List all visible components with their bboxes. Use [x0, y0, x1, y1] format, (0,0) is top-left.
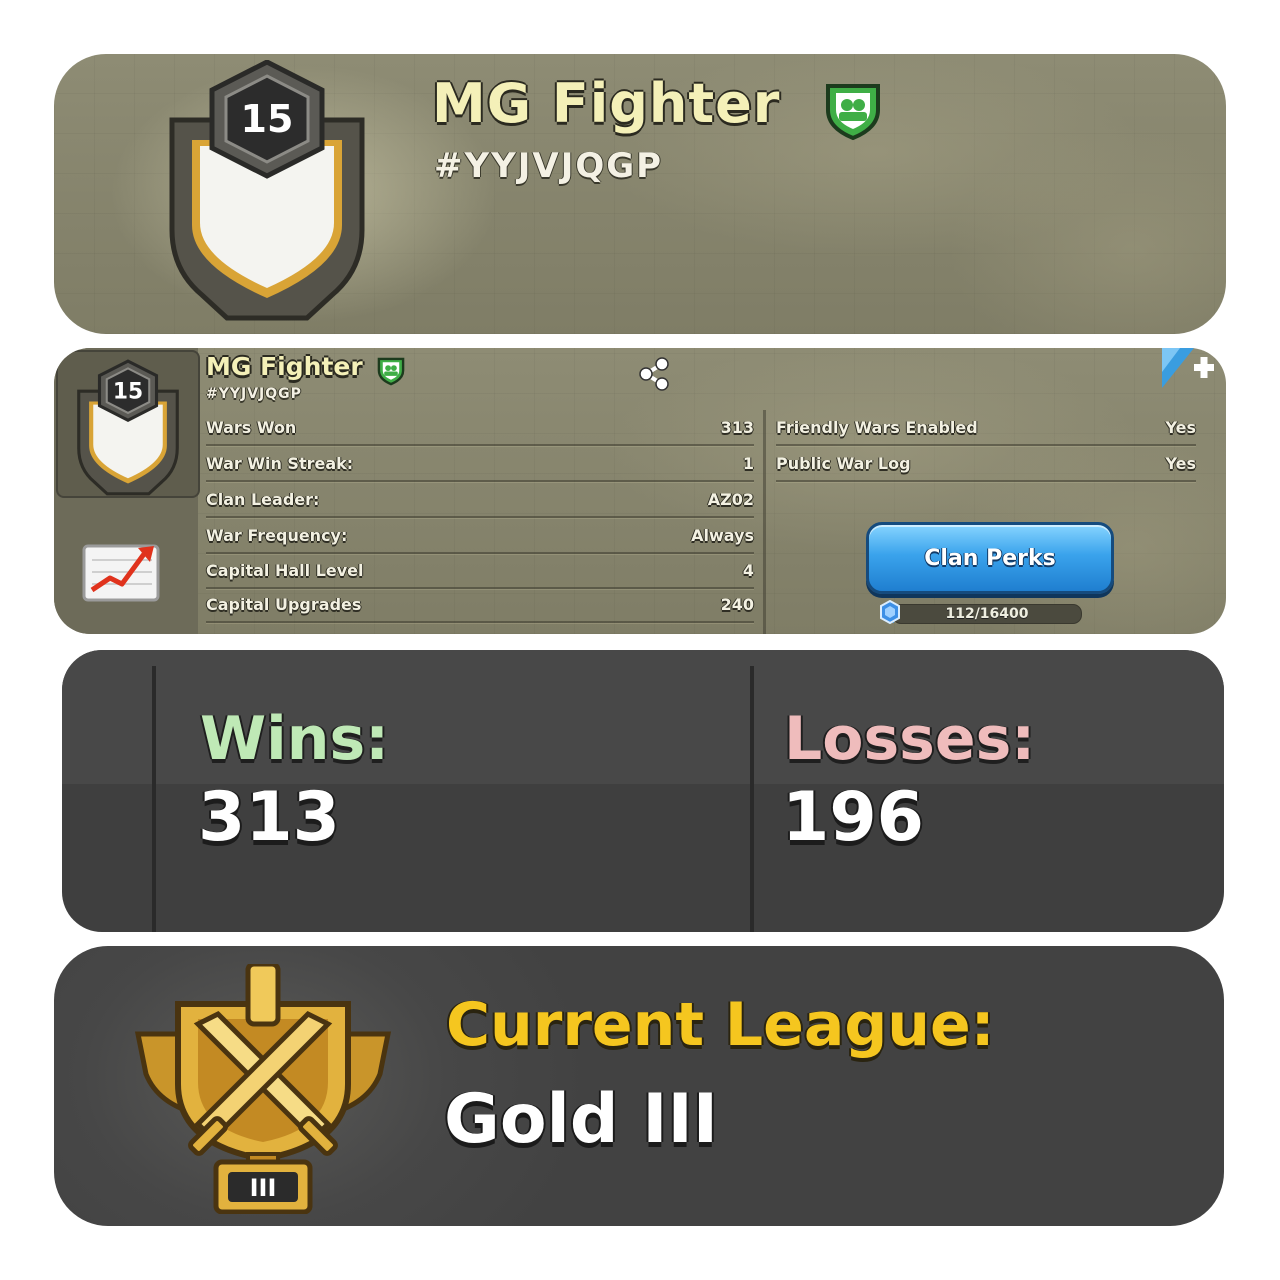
gold-league-trophy-icon: III	[128, 961, 398, 1218]
clan-perks-label: Clan Perks	[924, 545, 1056, 571]
clan-members-shield-icon	[822, 80, 884, 146]
share-icon[interactable]	[636, 356, 672, 396]
stat-label: Capital Upgrades	[206, 594, 362, 614]
stat-label: Clan Leader:	[206, 489, 320, 509]
left-divider	[152, 666, 156, 932]
stat-value: Yes	[1165, 417, 1197, 437]
stat-label: Public War Log	[776, 453, 911, 473]
clan-header-panel: 15 MG Fighter #YYJVJQGP	[54, 54, 1226, 334]
stat-row-clan-leader[interactable]: Clan Leader: AZ02	[206, 482, 754, 518]
war-record-panel: Wins: 313 Losses: 196	[62, 650, 1224, 932]
stat-value: Always	[691, 525, 754, 545]
stat-value: Yes	[1165, 453, 1197, 473]
league-panel: III Current League: Gold III	[54, 946, 1224, 1226]
clan-badge-icon: 15	[132, 59, 402, 326]
wins-value: 313	[198, 778, 340, 857]
clan-badge-icon: 15	[77, 359, 179, 496]
stat-row-public-war-log: Public War Log Yes	[776, 446, 1196, 482]
current-league-value: Gold III	[444, 1080, 719, 1159]
stat-row-war-win-streak: War Win Streak: 1	[206, 446, 754, 482]
clan-tag: #YYJVJQGP	[434, 146, 664, 186]
clan-name-small: MG Fighter	[206, 352, 363, 381]
stat-row-wars-won: Wars Won 313	[206, 410, 754, 446]
stat-label: Wars Won	[206, 417, 297, 437]
clan-sidebar: 15	[54, 348, 200, 634]
stat-value: 240	[720, 594, 754, 614]
column-divider	[763, 410, 766, 634]
stat-label: War Win Streak:	[206, 453, 354, 473]
clan-members-shield-icon	[376, 356, 406, 390]
clan-perks-button[interactable]: Clan Perks	[866, 522, 1114, 594]
stat-value: 1	[742, 453, 754, 473]
clan-details-panel: 15 MG Fighter #YYJVJQGP Wars Won 313 War…	[54, 348, 1226, 634]
clan-name: MG Fighter	[432, 72, 781, 135]
stat-row-war-frequency: War Frequency: Always	[206, 518, 754, 554]
clan-tag-small: #YYJVJQGP	[206, 386, 302, 402]
losses-label: Losses:	[784, 704, 1036, 774]
stats-chart-icon[interactable]	[82, 538, 164, 608]
middle-divider	[750, 666, 754, 932]
stat-value: 313	[720, 417, 754, 437]
stat-row-capital-upgrades: Capital Upgrades 240	[206, 587, 754, 623]
corner-flag-icon[interactable]	[1154, 348, 1216, 398]
current-league-label: Current League:	[446, 990, 995, 1060]
league-tier-text: III	[250, 1174, 277, 1202]
stat-value: 4	[742, 560, 754, 580]
stat-row-capital-hall-level: Capital Hall Level 4	[206, 553, 754, 589]
xp-gem-icon	[878, 599, 902, 628]
clan-level-text: 15	[241, 97, 294, 141]
stat-row-friendly-wars: Friendly Wars Enabled Yes	[776, 410, 1196, 446]
stat-label: War Frequency:	[206, 525, 348, 545]
stat-label: Capital Hall Level	[206, 560, 364, 580]
clan-level-text-small: 15	[113, 379, 143, 404]
stat-value[interactable]: AZ02	[708, 490, 754, 509]
clan-xp-bar: 112/16400	[892, 604, 1082, 624]
stat-label: Friendly Wars Enabled	[776, 417, 978, 437]
losses-value: 196	[782, 778, 924, 857]
clan-xp-text: 112/16400	[945, 606, 1029, 622]
wins-label: Wins:	[200, 704, 390, 774]
clan-badge-frame[interactable]: 15	[56, 350, 200, 498]
